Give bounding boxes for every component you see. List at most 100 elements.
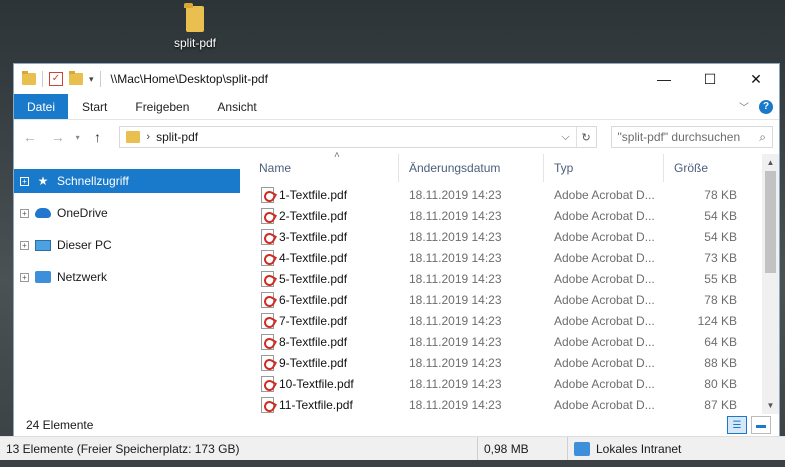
pdf-file-icon: [261, 375, 274, 392]
file-name: 4-Textfile.pdf: [279, 250, 348, 265]
file-size: 73 KB: [704, 250, 737, 265]
expand-ribbon-icon[interactable]: ﹀: [739, 99, 749, 114]
title-bar: ✓ ▾ \\Mac\Home\Desktop\split-pdf — ☐ ✕: [14, 64, 779, 94]
file-name: 7-Textfile.pdf: [279, 313, 348, 328]
file-name: 11-Textfile.pdf: [279, 397, 353, 412]
sidebar-item-label: OneDrive: [57, 206, 108, 220]
file-size: 87 KB: [704, 397, 737, 412]
file-name-cell[interactable]: 10-Textfile.pdf: [249, 375, 399, 392]
folder-icon: [184, 3, 204, 32]
column-header-date[interactable]: Änderungsdatum: [399, 154, 544, 182]
file-type: Adobe Acrobat D...: [554, 187, 655, 202]
large-icons-view-icon[interactable]: ▬: [751, 416, 771, 434]
file-name-cell[interactable]: 4-Textfile.pdf: [249, 249, 399, 266]
pdf-file-icon: [261, 207, 274, 224]
expand-icon[interactable]: +: [20, 176, 29, 186]
forward-arrow-icon[interactable]: →: [48, 129, 68, 145]
refresh-icon[interactable]: ↻: [575, 127, 596, 147]
desktop-folder-label: split-pdf: [173, 36, 217, 50]
sidebar-item-netzwerk[interactable]: + Netzwerk: [14, 265, 240, 289]
properties-icon[interactable]: ✓: [49, 72, 63, 86]
folder-icon: [126, 131, 141, 143]
back-arrow-icon[interactable]: ←: [20, 129, 40, 145]
address-dropdown-icon[interactable]: ⌵: [556, 127, 576, 147]
file-date: 18.11.2019 14:23: [409, 208, 502, 223]
file-row[interactable]: 10-Textfile.pdf 18.11.2019 14:23 Adobe Acr…: [249, 373, 779, 394]
sidebar-item-onedrive[interactable]: + OneDrive: [14, 201, 240, 225]
file-row[interactable]: 6-Textfile.pdf 18.11.2019 14:23 Adobe Acro…: [249, 289, 779, 310]
breadcrumb-separator-icon[interactable]: ›: [146, 131, 150, 143]
file-name-cell[interactable]: 5-Textfile.pdf: [249, 270, 399, 287]
column-header-row: ˄ Name Änderungsdatum Typ Größe: [249, 150, 779, 182]
file-row[interactable]: 7-Textfile.pdf 18.11.2019 14:23 Adobe Acro…: [249, 310, 779, 331]
file-name-cell[interactable]: 1-Textfile.pdf: [249, 186, 399, 203]
recent-locations-icon[interactable]: ▾: [76, 133, 80, 142]
file-row[interactable]: 5-Textfile.pdf 18.11.2019 14:23 Adobe Acro…: [249, 268, 779, 289]
customize-toolbar-icon[interactable]: ▾: [89, 74, 94, 85]
file-name: 9-Textfile.pdf: [279, 355, 348, 370]
help-icon[interactable]: ?: [759, 99, 773, 114]
file-type: Adobe Acrobat D...: [554, 397, 655, 412]
navigation-pane: + ★ Schnellzugriff + OneDrive + Dieser P…: [14, 154, 241, 414]
maximize-button[interactable]: ☐: [687, 64, 733, 94]
up-arrow-icon[interactable]: ↑: [88, 129, 108, 145]
file-row[interactable]: 2-Textfile.pdf 18.11.2019 14:23 Adobe Acro…: [249, 205, 779, 226]
file-date: 18.11.2019 14:23: [409, 376, 502, 391]
file-name-cell[interactable]: 7-Textfile.pdf: [249, 312, 399, 329]
file-name: 8-Textfile.pdf: [279, 334, 348, 349]
search-input[interactable]: "split-pdf" durchsuchen ⌕: [610, 126, 774, 148]
pdf-file-icon: [261, 396, 274, 413]
details-view-icon[interactable]: ☰: [727, 416, 747, 434]
tab-freigeben[interactable]: Freigeben: [121, 94, 203, 119]
expand-icon[interactable]: +: [20, 240, 29, 250]
file-row[interactable]: 1-Textfile.pdf 18.11.2019 14:23 Adobe Acro…: [249, 184, 779, 205]
file-date: 18.11.2019 14:23: [409, 271, 502, 286]
file-size: 54 KB: [704, 208, 737, 223]
star-icon: ★: [37, 174, 49, 188]
minimize-button[interactable]: —: [641, 64, 687, 94]
scrollbar-thumb[interactable]: [765, 171, 776, 273]
vertical-scrollbar[interactable]: ▲ ▼: [762, 154, 779, 414]
column-header-size[interactable]: Größe: [664, 154, 744, 182]
tab-ansicht[interactable]: Ansicht: [203, 94, 270, 119]
file-size: 124 KB: [697, 313, 737, 328]
desktop-folder-split-pdf[interactable]: split-pdf: [170, 3, 220, 50]
file-row[interactable]: 8-Textfile.pdf 18.11.2019 14:23 Adobe Acro…: [249, 331, 779, 352]
address-bar[interactable]: › split-pdf ⌵ ↻: [119, 126, 597, 148]
breadcrumb-folder[interactable]: split-pdf: [156, 130, 198, 144]
file-row[interactable]: 9-Textfile.pdf 18.11.2019 14:23 Adobe Acro…: [249, 352, 779, 373]
cloud-icon: [35, 208, 51, 218]
new-folder-icon[interactable]: [69, 71, 83, 85]
tab-start[interactable]: Start: [68, 94, 121, 119]
file-name-cell[interactable]: 6-Textfile.pdf: [249, 291, 399, 308]
status-selection: 13 Elemente (Freier Speicherplatz: 173 G…: [0, 437, 478, 460]
file-name-cell[interactable]: 2-Textfile.pdf: [249, 207, 399, 224]
file-name-cell[interactable]: 8-Textfile.pdf: [249, 333, 399, 350]
navigation-bar: ← → ▾ ↑ › split-pdf ⌵ ↻ "split-pdf" durc…: [14, 120, 779, 154]
file-row[interactable]: 4-Textfile.pdf 18.11.2019 14:23 Adobe Acro…: [249, 247, 779, 268]
file-name: 2-Textfile.pdf: [279, 208, 348, 223]
close-button[interactable]: ✕: [733, 64, 779, 94]
file-name-cell[interactable]: 11-Textfile.pdf: [249, 396, 399, 413]
file-name-cell[interactable]: 3-Textfile.pdf: [249, 228, 399, 245]
column-header-name[interactable]: Name: [249, 154, 399, 182]
sidebar-item-schnellzugriff[interactable]: + ★ Schnellzugriff: [14, 169, 240, 193]
intranet-icon: [574, 441, 590, 456]
file-size: 78 KB: [704, 292, 737, 307]
search-icon[interactable]: ⌕: [759, 130, 766, 145]
file-size: 80 KB: [704, 376, 737, 391]
scroll-up-icon[interactable]: ▲: [762, 154, 779, 171]
expand-icon[interactable]: +: [20, 272, 29, 282]
expand-icon[interactable]: +: [20, 208, 29, 218]
status-zone: Lokales Intranet: [568, 437, 681, 460]
file-name-cell[interactable]: 9-Textfile.pdf: [249, 354, 399, 371]
sidebar-item-label: Netzwerk: [57, 270, 108, 284]
sidebar-item-dieser-pc[interactable]: + Dieser PC: [14, 233, 240, 257]
network-icon: [35, 271, 51, 283]
file-type: Adobe Acrobat D...: [554, 355, 655, 370]
column-header-type[interactable]: Typ: [544, 154, 664, 182]
tab-datei[interactable]: Datei: [14, 94, 69, 119]
file-row[interactable]: 11-Textfile.pdf 18.11.2019 14:23 Adobe Acr…: [249, 394, 779, 415]
file-row[interactable]: 3-Textfile.pdf 18.11.2019 14:23 Adobe Acro…: [249, 226, 779, 247]
scroll-down-icon[interactable]: ▼: [762, 397, 779, 414]
